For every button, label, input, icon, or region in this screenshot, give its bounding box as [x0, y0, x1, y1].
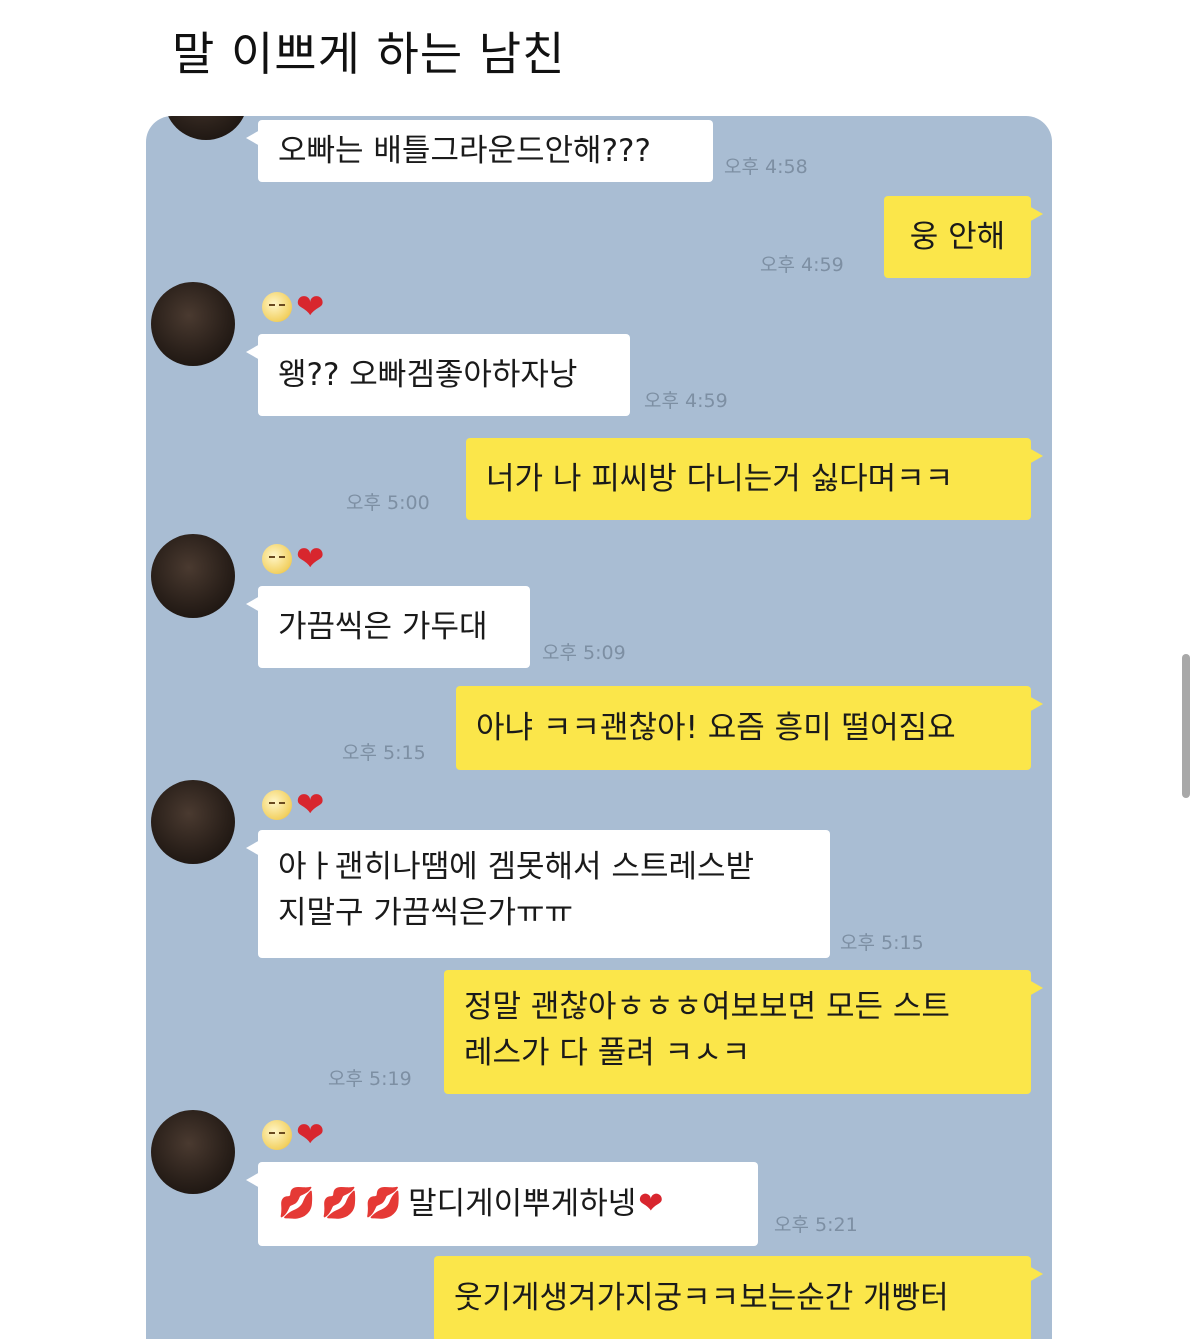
red-heart-icon: ❤ — [296, 287, 325, 327]
message-time: 오후 5:21 — [774, 1214, 858, 1236]
message-text: 가끔씩은 가두대 — [278, 609, 488, 645]
sent-bubble: 웅 안해 — [884, 196, 1043, 278]
red-heart-icon: ❤ — [296, 1115, 325, 1155]
avatar — [151, 534, 235, 618]
message-line: 지말구 가끔씩은가ㅠㅠ — [278, 895, 574, 931]
post-title: 말 이쁘게 하는 남친 — [172, 27, 566, 81]
message-time: 오후 4:59 — [644, 390, 728, 412]
red-heart-icon: ❤ — [638, 1186, 664, 1221]
emoji-status: ❤ — [262, 290, 325, 324]
message-text: 왱?? 오빠겜좋아하자낭 — [278, 357, 578, 393]
received-bubble: 가끔씩은 가두대 — [246, 586, 530, 668]
message-text: 말디게이뿌게하넹 — [408, 1186, 637, 1222]
scrollbar[interactable] — [1182, 654, 1190, 798]
red-heart-icon: ❤ — [296, 539, 325, 579]
message-time: 오후 5:00 — [346, 492, 430, 514]
message-line: 아ㅏ괜히나땜에 겜못해서 스트레스받 — [278, 849, 755, 885]
smiling-face-icon — [262, 544, 292, 574]
message-line: 레스가 다 풀려 ㅋㅅㅋ — [464, 1035, 751, 1071]
received-bubble: 왱?? 오빠겜좋아하자낭 — [246, 334, 630, 416]
received-bubble: 오빠는 배틀그라운드안해??? — [246, 120, 713, 182]
smiling-face-icon — [262, 292, 292, 322]
avatar — [151, 282, 235, 366]
received-bubble: 💋 💋 💋 말디게이뿌게하넹 ❤ — [246, 1162, 758, 1246]
avatar — [164, 116, 248, 140]
emoji-status: ❤ — [262, 1118, 325, 1152]
message-time: 오후 5:19 — [328, 1068, 412, 1090]
message-text: 너가 나 피씨방 다니는거 싫다며ㅋㅋ — [486, 461, 954, 497]
message-time: 오후 4:59 — [760, 254, 844, 276]
message-time: 오후 5:15 — [840, 932, 924, 954]
red-heart-icon: ❤ — [296, 785, 325, 825]
message-text: 오빠는 배틀그라운드안해??? — [278, 133, 651, 169]
kiss-lips-icon: 💋 — [364, 1186, 403, 1221]
smiling-face-icon — [262, 790, 292, 820]
chat-screenshot: 오빠는 배틀그라운드안해??? 오후 4:58 웅 안해 오후 4:59 ❤ 왱… — [146, 116, 1052, 1339]
avatar — [151, 1110, 235, 1194]
sent-bubble: 너가 나 피씨방 다니는거 싫다며ㅋㅋ — [466, 438, 1043, 520]
message-text: 웃기게생겨가지궁ㅋㅋ보는순간 개빵터 — [454, 1280, 949, 1316]
smiling-face-icon — [262, 1120, 292, 1150]
sent-bubble: 아냐 ㅋㅋ괜찮아! 요즘 흥미 떨어짐요 — [456, 686, 1043, 770]
sent-bubble: 정말 괜찮아ㅎㅎㅎ여보보면 모든 스트 레스가 다 풀려 ㅋㅅㅋ — [444, 970, 1043, 1094]
message-time: 오후 5:09 — [542, 642, 626, 664]
kiss-lips-icon: 💋 — [321, 1186, 359, 1221]
message-time: 오후 4:58 — [724, 156, 808, 178]
sent-bubble: 웃기게생겨가지궁ㅋㅋ보는순간 개빵터 — [434, 1256, 1043, 1339]
message-text: 아냐 ㅋㅋ괜찮아! 요즘 흥미 떨어짐요 — [476, 710, 956, 746]
message-text: 웅 안해 — [909, 219, 1006, 255]
emoji-status: ❤ — [262, 788, 325, 822]
message-line: 정말 괜찮아ㅎㅎㅎ여보보면 모든 스트 — [464, 989, 950, 1025]
avatar — [151, 780, 235, 864]
emoji-status: ❤ — [262, 542, 325, 576]
kiss-lips-icon: 💋 — [278, 1186, 316, 1221]
received-bubble: 아ㅏ괜히나땜에 겜못해서 스트레스받 지말구 가끔씩은가ㅠㅠ — [246, 830, 830, 958]
message-time: 오후 5:15 — [342, 742, 426, 764]
